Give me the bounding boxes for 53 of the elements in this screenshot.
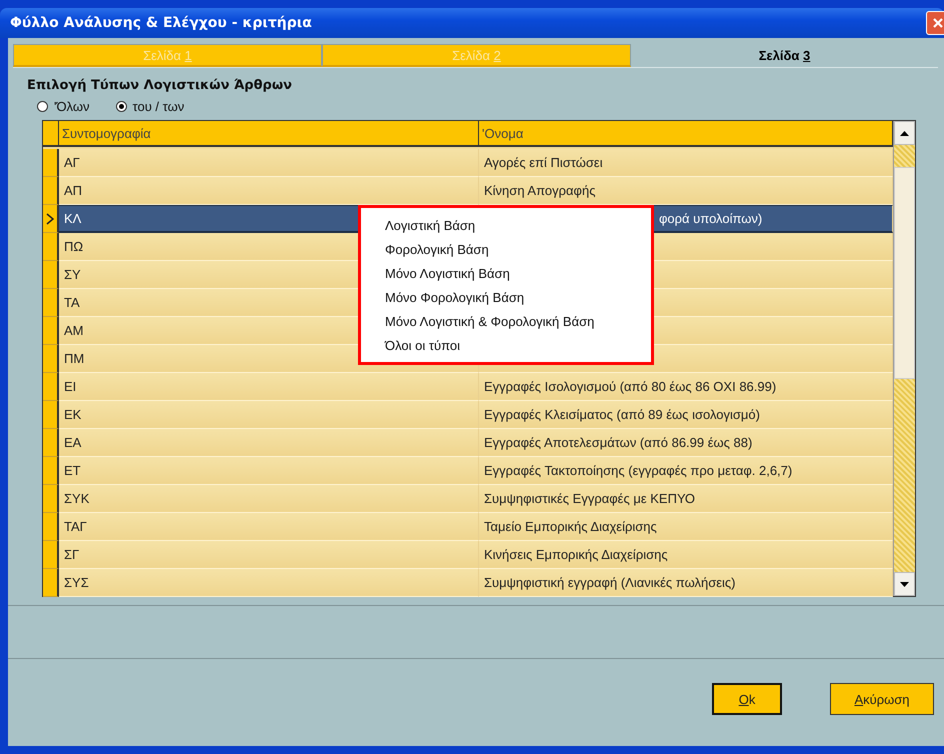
row-header[interactable] [43,373,59,401]
table-cell[interactable]: Κίνηση Απογραφής [479,177,893,205]
radio-icon[interactable] [37,101,48,112]
window-title: Φύλλο Ανάλυσης & Ελέγχου - κριτήρια [10,15,312,31]
table-cell[interactable]: Εγγραφές Αποτελεσμάτων (από 86.99 έως 88) [479,429,893,457]
table-cell[interactable]: Συμψηφιστική εγγραφή (Λιανικές πωλήσεις) [479,569,893,597]
row-header[interactable] [43,429,59,457]
column-header[interactable]: Συντομογραφία [59,121,479,147]
column-header[interactable]: 'Ονομα [479,121,893,147]
scroll-down-icon[interactable] [900,582,909,586]
section-title: Επιλογή Τύπων Λογιστικών Άρθρων [27,78,294,93]
row-pointer-icon [46,212,54,224]
row-header[interactable] [43,541,59,569]
scroll-thumb[interactable] [894,167,915,379]
dialog-button[interactable]: Ακύρωση [830,683,934,715]
row-header[interactable] [43,205,59,233]
table-cell[interactable]: Αγορές επί Πιστώσει [479,149,893,177]
row-header[interactable] [43,177,59,205]
dialog-button[interactable]: Ok [712,683,782,715]
table-cell[interactable]: ΑΠ [59,177,479,205]
row-header[interactable] [43,345,59,373]
row-header[interactable] [43,485,59,513]
row-header[interactable] [43,513,59,541]
table-cell[interactable]: Ταμείο Εμπορικής Διαχείρισης [479,513,893,541]
table-cell[interactable]: ΕΙ [59,373,479,401]
row-header[interactable] [43,317,59,345]
row-header[interactable] [43,149,59,177]
table-cell[interactable]: ΕΑ [59,429,479,457]
scrollbar[interactable] [893,121,915,596]
close-button[interactable] [926,11,944,35]
table-cell[interactable]: ΣΥΚ [59,485,479,513]
table-cell[interactable]: Εγγραφές Τακτοποίησης (εγγραφές προ μεταφ. 2,6,7) [479,457,893,485]
radio-icon[interactable] [116,101,127,112]
row-header[interactable] [43,457,59,485]
radio-option[interactable]: του / των [116,99,184,114]
close-icon[interactable] [932,17,944,29]
row-header[interactable] [43,289,59,317]
table-cell[interactable]: Εγγραφές Κλεισίματος (από 89 έως ισολογισμό) [479,401,893,429]
row-header[interactable] [43,569,59,597]
table-cell[interactable]: ΕΤ [59,457,479,485]
table-cell[interactable]: ΑΓ [59,149,479,177]
row-header[interactable] [43,261,59,289]
table-cell[interactable]: Εγγραφές Ισολογισμού (από 80 έως 86 ΟΧΙ 86.99) [479,373,893,401]
row-header[interactable] [43,233,59,261]
scroll-up-icon[interactable] [900,130,909,136]
table-cell[interactable]: Συμψηφιστικές Εγγραφές με ΚΕΠΥΟ [479,485,893,513]
row-header[interactable] [43,401,59,429]
radio-option[interactable]: 'Όλων [37,99,90,114]
table-cell[interactable]: ΣΓ [59,541,479,569]
table-cell[interactable]: Κινήσεις Εμπορικής Διαχείρισης [479,541,893,569]
table-cell[interactable]: ΣΥΣ [59,569,479,597]
table-cell[interactable]: ΤΑΓ [59,513,479,541]
table-cell[interactable]: ΕΚ [59,401,479,429]
